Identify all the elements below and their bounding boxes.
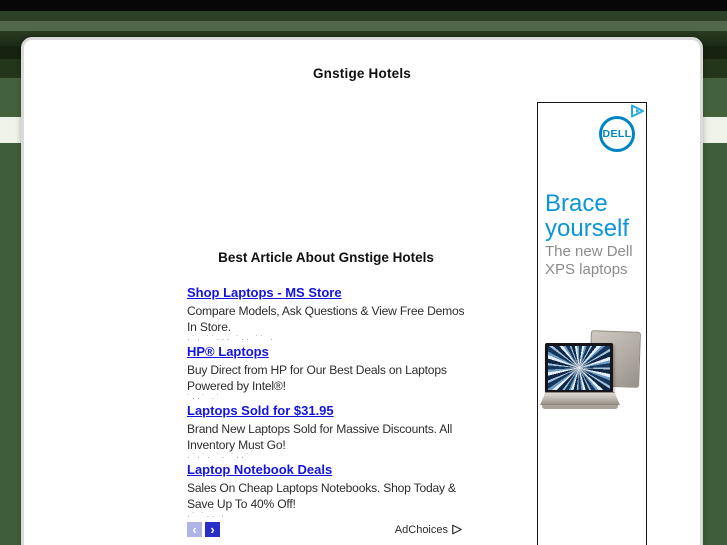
ad-description: Brand New Laptops Sold for Massive Disco…: [187, 422, 453, 452]
text-ad-unit: Best Article About Gnstige Hotels Shop L…: [187, 250, 465, 537]
dell-subline-line2: XPS laptops: [545, 260, 628, 278]
ad-footer: ‹ › AdChoices: [187, 522, 465, 537]
ad-item: Laptops Sold for $31.95 Brand New Laptop…: [187, 402, 465, 460]
ad-link-shop-laptops[interactable]: Shop Laptops - MS Store: [187, 285, 342, 300]
laptop-screen-starburst: [548, 346, 610, 390]
ad-pager: ‹ ›: [187, 522, 220, 537]
ad-url-remnant: ·˙·˙· ˙· ˙··˙: [187, 453, 251, 460]
dell-logo-text: DELL: [602, 128, 632, 140]
dell-headline-line1: Brace: [545, 190, 608, 217]
dell-headline-line2: yourself: [545, 215, 630, 242]
ad-item: HP® Laptops Buy Direct from HP for Our B…: [187, 343, 465, 401]
laptop-keyboard-base: [540, 392, 620, 405]
ad-description: Buy Direct from HP for Our Best Deals on…: [187, 363, 447, 393]
dell-logo: DELL: [599, 116, 635, 152]
ad-url-remnant: ·˙ ˙·· ·: [187, 512, 226, 519]
ad-next-button[interactable]: ›: [205, 522, 220, 537]
adchoices-label[interactable]: AdChoices: [395, 524, 448, 536]
adchoices-triangle-icon[interactable]: [630, 104, 645, 118]
laptop-base-edge: [542, 405, 618, 409]
dell-subline: The new Dell XPS laptops: [545, 243, 633, 278]
adchoices[interactable]: AdChoices: [395, 524, 463, 536]
ad-link-hp-laptops[interactable]: HP® Laptops: [187, 344, 269, 359]
ad-url-remnant: ·˙· ˙˙··· ˙·· ˙˙ ·: [187, 335, 275, 342]
page-title: Gnstige Hotels: [312, 66, 412, 81]
dell-subline-line1: The new Dell: [545, 243, 633, 260]
ad-item: Laptop Notebook Deals Sales On Cheap Lap…: [187, 461, 465, 519]
ad-description: Compare Models, Ask Questions & View Fre…: [187, 304, 465, 334]
ad-item: Shop Laptops - MS Store Compare Models, …: [187, 284, 465, 342]
dell-headline: Brace yourself: [545, 191, 629, 241]
ad-url-remnant: ˙··˙ ·˙: [187, 394, 222, 401]
laptop-product-image: [540, 325, 646, 455]
ad-prev-button[interactable]: ‹: [187, 522, 202, 537]
content-box: Gnstige Hotels Best Article About Gnstig…: [21, 37, 703, 545]
ad-link-notebook-deals[interactable]: Laptop Notebook Deals: [187, 462, 332, 477]
laptop-screen: [545, 343, 613, 393]
dell-skyscraper-ad[interactable]: DELL Brace yourself The new Dell XPS lap…: [537, 102, 647, 545]
adchoices-triangle-icon: [452, 524, 462, 535]
ad-description: Sales On Cheap Laptops Notebooks. Shop T…: [187, 481, 456, 511]
page: Gnstige Hotels Best Article About Gnstig…: [0, 0, 727, 545]
ad-link-laptops-sold[interactable]: Laptops Sold for $31.95: [187, 403, 334, 418]
article-heading: Best Article About Gnstige Hotels: [218, 250, 434, 265]
